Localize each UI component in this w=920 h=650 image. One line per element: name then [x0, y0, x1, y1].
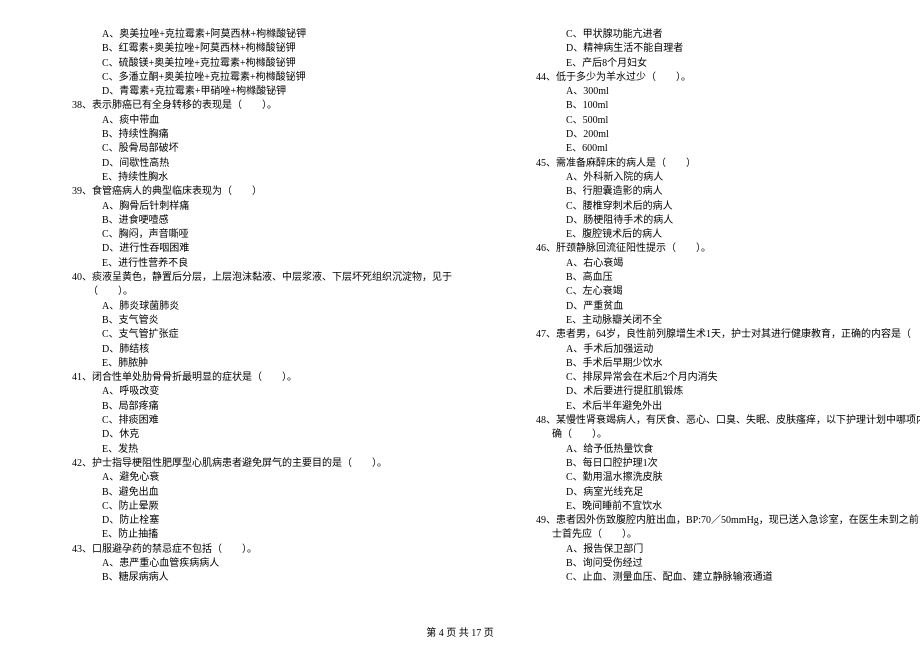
- option-line: A、肺炎球菌肺炎: [48, 300, 452, 314]
- option-line: A、300ml: [512, 85, 920, 99]
- option-line: D、病室光线充足: [512, 486, 920, 500]
- continuation-line: （ ）。: [48, 285, 452, 299]
- option-line: A、痰中带血: [48, 114, 452, 128]
- question-line: 38、表示肺癌已有全身转移的表现是（ ）。: [48, 99, 452, 113]
- option-line: A、外科新入院的病人: [512, 171, 920, 185]
- option-line: D、肠梗阻待手术的病人: [512, 214, 920, 228]
- option-line: C、防止晕厥: [48, 500, 452, 514]
- option-line: B、持续性胸痛: [48, 128, 452, 142]
- option-line: A、避免心衰: [48, 471, 452, 485]
- option-line: B、局部疼痛: [48, 400, 452, 414]
- option-line: C、胸闷，声音嘶哑: [48, 228, 452, 242]
- option-line: C、支气管扩张症: [48, 328, 452, 342]
- option-line: B、询问受伤经过: [512, 557, 920, 571]
- option-line: E、腹腔镜术后的病人: [512, 228, 920, 242]
- option-line: C、左心衰竭: [512, 285, 920, 299]
- option-line: E、持续性胸水: [48, 171, 452, 185]
- option-line: B、糖尿病病人: [48, 571, 452, 585]
- option-line: B、支气管炎: [48, 314, 452, 328]
- option-line: D、术后要进行提肛肌锻炼: [512, 385, 920, 399]
- option-line: D、精神病生活不能自理者: [512, 42, 920, 56]
- option-line: E、肺脓肿: [48, 357, 452, 371]
- option-line: D、200ml: [512, 128, 920, 142]
- question-line: 43、口服避孕药的禁忌症不包括（ ）。: [48, 543, 452, 557]
- question-line: 45、需准备麻醉床的病人是（ ）: [512, 157, 920, 171]
- option-line: B、避免出血: [48, 486, 452, 500]
- question-line: 41、闭合性单处肋骨骨折最明显的症状是（ ）。: [48, 371, 452, 385]
- question-line: 48、某慢性肾衰竭病人，有厌食、恶心、口臭、失眠、皮肤瘙痒，以下护理计划中哪项内…: [512, 414, 920, 428]
- continuation-line: 确（ ）。: [512, 428, 920, 442]
- option-line: B、行胆囊造影的病人: [512, 185, 920, 199]
- question-line: 47、患者男，64岁，良性前列腺增生术1天，护士对其进行健康教育，正确的内容是（…: [512, 328, 920, 342]
- option-line: E、进行性营养不良: [48, 257, 452, 271]
- option-line: D、进行性吞咽困难: [48, 242, 452, 256]
- option-line: B、红霉素+奥美拉唑+阿莫西林+枸橼酸铋钾: [48, 42, 452, 56]
- option-line: A、奥美拉唑+克拉霉素+阿莫西林+枸橼酸铋钾: [48, 28, 452, 42]
- left-column: A、奥美拉唑+克拉霉素+阿莫西林+枸橼酸铋钾B、红霉素+奥美拉唑+阿莫西林+枸橼…: [0, 28, 482, 608]
- option-line: A、报告保卫部门: [512, 543, 920, 557]
- option-line: C、排尿异常会在术后2个月内消失: [512, 371, 920, 385]
- question-line: 40、痰液呈黄色，静置后分层，上层泡沫黏液、中层浆液、下层坏死组织沉淀物，见于: [48, 271, 452, 285]
- right-column: C、甲状腺功能亢进者D、精神病生活不能自理者E、产后8个月妇女44、低于多少为羊…: [482, 28, 920, 608]
- option-line: C、勤用温水擦洗皮肤: [512, 471, 920, 485]
- option-line: B、高血压: [512, 271, 920, 285]
- continuation-line: 士首先应（ ）。: [512, 528, 920, 542]
- option-line: A、胸骨后针刺样痛: [48, 200, 452, 214]
- option-line: A、患严重心血管疾病病人: [48, 557, 452, 571]
- option-line: E、产后8个月妇女: [512, 57, 920, 71]
- option-line: D、防止栓塞: [48, 514, 452, 528]
- option-line: E、主动脉瓣关闭不全: [512, 314, 920, 328]
- option-line: C、股骨局部破坏: [48, 142, 452, 156]
- option-line: E、晚间睡前不宜饮水: [512, 500, 920, 514]
- option-line: B、每日口腔护理1次: [512, 457, 920, 471]
- option-line: A、手术后加强运动: [512, 343, 920, 357]
- option-line: C、甲状腺功能亢进者: [512, 28, 920, 42]
- option-line: A、给予低热量饮食: [512, 443, 920, 457]
- option-line: C、排痰困难: [48, 414, 452, 428]
- question-line: 46、肝颈静脉回流征阳性提示（ ）。: [512, 242, 920, 256]
- option-line: D、间歇性高热: [48, 157, 452, 171]
- option-line: D、休克: [48, 428, 452, 442]
- option-line: B、进食哽噎感: [48, 214, 452, 228]
- option-line: D、肺结核: [48, 343, 452, 357]
- question-line: 49、患者因外伤致腹腔内脏出血，BP:70／50mmHg，现已送入急诊室，在医生…: [512, 514, 920, 528]
- option-line: D、严重贫血: [512, 300, 920, 314]
- option-line: A、呼吸改变: [48, 385, 452, 399]
- option-line: E、防止抽搐: [48, 528, 452, 542]
- question-line: 44、低于多少为羊水过少（ ）。: [512, 71, 920, 85]
- option-line: E、发热: [48, 443, 452, 457]
- option-line: C、腰椎穿刺术后的病人: [512, 200, 920, 214]
- option-line: E、术后半年避免外出: [512, 400, 920, 414]
- option-line: C、硫酸镁+奥美拉唑+克拉霉素+枸橼酸铋钾: [48, 57, 452, 71]
- option-line: C、多潘立酮+奥美拉唑+克拉霉素+枸橼酸铋钾: [48, 71, 452, 85]
- question-line: 42、护士指导梗阻性肥厚型心肌病患者避免屏气的主要目的是（ ）。: [48, 457, 452, 471]
- option-line: C、500ml: [512, 114, 920, 128]
- option-line: C、止血、测量血压、配血、建立静脉输液通道: [512, 571, 920, 585]
- question-line: 39、食管癌病人的典型临床表现为（ ）: [48, 185, 452, 199]
- option-line: D、青霉素+克拉霉素+甲硝唑+枸橼酸铋钾: [48, 85, 452, 99]
- page-footer: 第 4 页 共 17 页: [0, 624, 920, 639]
- content-columns: A、奥美拉唑+克拉霉素+阿莫西林+枸橼酸铋钾B、红霉素+奥美拉唑+阿莫西林+枸橼…: [0, 28, 920, 608]
- option-line: E、600ml: [512, 142, 920, 156]
- option-line: B、手术后早期少饮水: [512, 357, 920, 371]
- option-line: A、右心衰竭: [512, 257, 920, 271]
- option-line: B、100ml: [512, 99, 920, 113]
